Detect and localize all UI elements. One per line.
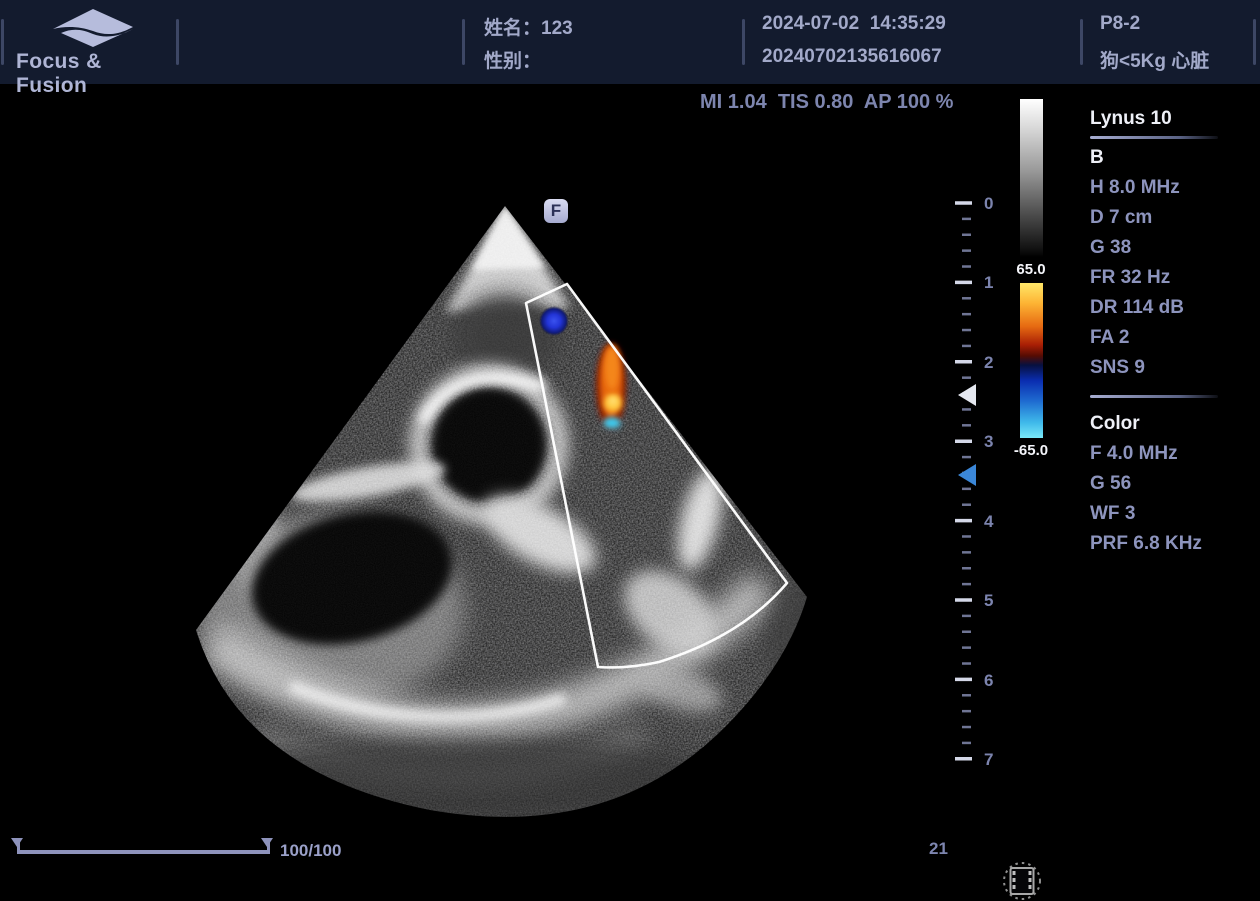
separator: [1080, 19, 1083, 65]
frame-number: 21: [929, 839, 948, 859]
depth-ruler: 0 1 2 3 4 5 6 7: [955, 194, 994, 769]
depth-label: 2: [984, 353, 993, 372]
patient-name-row: 姓名：123: [484, 13, 573, 40]
depth-label: 6: [984, 671, 993, 690]
separator: [462, 19, 465, 65]
depth-label: 0: [984, 194, 993, 213]
grayscale-bar: [1020, 99, 1043, 257]
color-mode-param: WF 3: [1090, 499, 1240, 529]
cine-position-handle[interactable]: [261, 838, 273, 847]
exam-datetime: 2024-07-02 14:35:29: [762, 13, 946, 34]
depth-label: 3: [984, 432, 993, 451]
color-doppler-bar: [1020, 283, 1043, 438]
b-mode-param: FR 32 Hz: [1090, 263, 1240, 293]
patient-sex-label: 性别：: [484, 51, 541, 72]
b-mode-param: DR 114 dB: [1090, 293, 1240, 323]
exam-id: 20240702135616067: [762, 46, 942, 67]
depth-label: 4: [984, 512, 994, 531]
patient-sex-row: 性别：: [484, 46, 541, 73]
separator: [1253, 19, 1256, 65]
b-mode-param: D 7 cm: [1090, 203, 1240, 233]
system-name: Lynus 10: [1090, 106, 1240, 132]
separator: [176, 19, 179, 65]
cine-start-marker: [11, 838, 23, 847]
b-mode-param: FA 2: [1090, 323, 1240, 353]
panel-divider: [1090, 136, 1218, 139]
separator: [1, 19, 4, 65]
parameter-panel: Lynus 10 B H 8.0 MHz D 7 cm G 38 FR 32 H…: [1090, 106, 1240, 559]
probe-model: P8-2: [1100, 13, 1140, 34]
b-mode-param: H 8.0 MHz: [1090, 173, 1240, 203]
depth-label: 7: [984, 750, 993, 769]
b-mode-param: SNS 9: [1090, 353, 1240, 383]
depth-marker-blue[interactable]: [958, 464, 976, 486]
color-scale-max: 65.0: [1001, 261, 1061, 278]
patient-name-label: 姓名：: [484, 18, 541, 39]
separator: [742, 19, 745, 65]
orientation-marker-badge: F: [544, 199, 568, 223]
color-scale-min: -65.0: [1001, 442, 1061, 459]
top-bar: Focus & Fusion 姓名：123 性别： 2024-07-02 14:…: [0, 0, 1260, 84]
color-mode-param: G 56: [1090, 469, 1240, 499]
depth-label: 5: [984, 591, 993, 610]
panel-divider: [1090, 395, 1218, 398]
film-icon[interactable]: [1002, 861, 1042, 901]
b-mode-title: B: [1090, 143, 1240, 173]
color-mode-param: PRF 6.8 KHz: [1090, 529, 1240, 559]
b-mode-anatomy: [150, 190, 850, 850]
brand-logo-icon: [50, 7, 136, 49]
cine-progress-bar[interactable]: [18, 850, 270, 854]
color-mode-title: Color: [1090, 409, 1240, 439]
focus-marker[interactable]: [958, 384, 976, 406]
color-sample-marker[interactable]: [539, 306, 569, 336]
cine-frame-counter: 100/100: [280, 841, 341, 861]
depth-label: 1: [984, 273, 993, 292]
b-mode-param: G 38: [1090, 233, 1240, 263]
exam-preset: 狗<5Kg 心脏: [1100, 51, 1209, 72]
color-mode-param: F 4.0 MHz: [1090, 439, 1240, 469]
ultrasound-image[interactable]: 0 1 2 3 4 5 6 7: [0, 84, 1260, 901]
patient-name-value: 123: [541, 18, 573, 39]
